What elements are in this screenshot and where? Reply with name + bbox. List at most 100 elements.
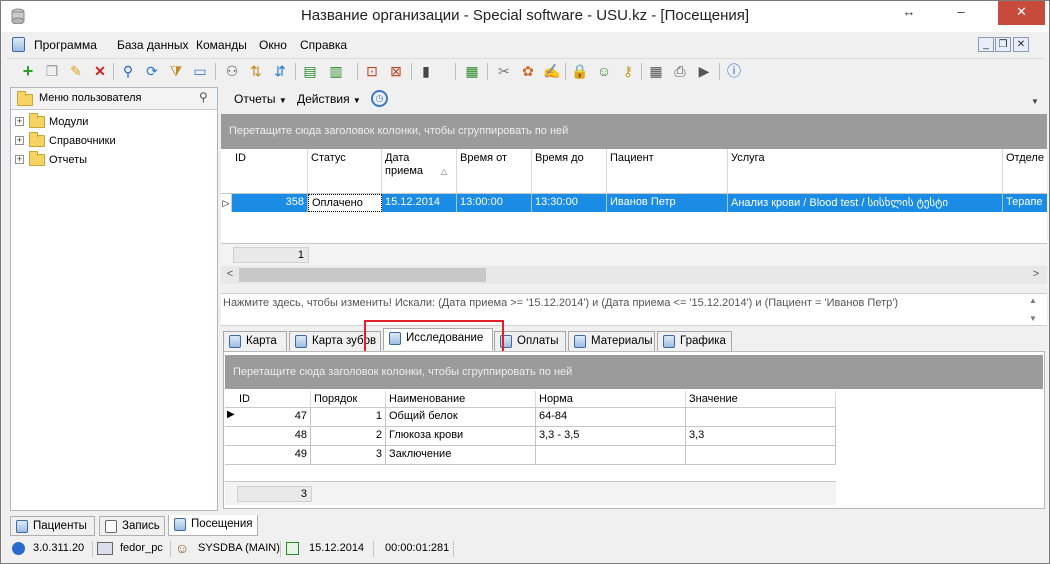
scroll-down-icon[interactable]: ▼ xyxy=(1031,97,1039,106)
tab-materials[interactable]: Материалы xyxy=(568,331,655,351)
pin-icon[interactable]: ⚲ xyxy=(199,90,208,104)
cell-value[interactable]: 3,3 xyxy=(686,427,836,445)
cell-status[interactable]: Оплачено xyxy=(308,194,382,212)
status-bar: 3.0.311.20 fedor_pc ☺ SYSDBA (MAIN) 15.1… xyxy=(7,538,1045,560)
menu-app-icon xyxy=(12,37,25,52)
tree-item-references[interactable]: + Справочники xyxy=(15,132,195,150)
col-time-from[interactable]: Время от xyxy=(457,149,532,193)
computer-icon xyxy=(97,542,113,555)
table-row[interactable]: ▷ 358 Оплачено 15.12.2014 13:00:00 13:30… xyxy=(221,194,1047,212)
menu-database[interactable]: База данных xyxy=(117,38,188,52)
clock-icon[interactable]: ◷ xyxy=(371,90,388,107)
filter-bar[interactable]: Нажмите здесь, чтобы изменить! Искали: (… xyxy=(221,293,1047,326)
col-id[interactable]: ID xyxy=(232,149,308,193)
cell-value[interactable] xyxy=(686,408,836,426)
sort-asc-icon[interactable]: ⇅ xyxy=(247,62,265,80)
filter-icon[interactable]: ⧩ xyxy=(167,62,185,80)
tree-item-reports[interactable]: + Отчеты xyxy=(15,151,195,169)
restore-size-button[interactable]: ↔ xyxy=(896,1,922,25)
tab-payments[interactable]: Оплаты xyxy=(494,331,566,351)
cell-department: Терапе xyxy=(1006,196,1043,208)
col-time-to[interactable]: Время до xyxy=(532,149,607,193)
filter-text[interactable]: Нажмите здесь, чтобы изменить! Искали: (… xyxy=(223,297,898,309)
close-button[interactable]: ✕ xyxy=(998,1,1045,25)
info-icon[interactable]: ⓘ xyxy=(725,62,743,80)
visits-hscrollbar[interactable]: < > xyxy=(221,266,1047,284)
comment-icon[interactable]: ▭ xyxy=(191,62,209,80)
edit-icon[interactable]: ✎ xyxy=(67,62,85,80)
date-text: 15.12.2014 xyxy=(309,542,365,554)
scroll-left-icon[interactable]: < xyxy=(223,268,237,280)
note-icon[interactable]: ✍ xyxy=(543,62,561,80)
export-icon[interactable]: ▤ xyxy=(301,62,319,80)
cell-order: 2 xyxy=(311,427,386,445)
tab-visits[interactable]: Посещения xyxy=(168,515,258,536)
user-menu-panel: Меню пользователя ⚲ + Модули + Справочни… xyxy=(10,87,218,511)
play-icon[interactable]: ▶ xyxy=(695,62,713,80)
calendar-icon[interactable]: ▦ xyxy=(463,62,481,80)
menu-window[interactable]: Окно xyxy=(259,38,287,52)
mdi-close-button[interactable]: ✕ xyxy=(1013,37,1029,52)
expand-icon[interactable]: + xyxy=(15,155,24,164)
col-status[interactable]: Статус xyxy=(308,149,382,193)
cell-value[interactable] xyxy=(686,446,836,464)
actions-dropdown[interactable]: Действия ▼ xyxy=(297,92,361,106)
table-row[interactable]: ▶ 47 1 Общий белок 64-84 xyxy=(225,408,836,427)
binoculars-icon[interactable]: ⚇ xyxy=(223,62,241,80)
tree-item-label: Модули xyxy=(49,116,89,128)
research-count: 3 xyxy=(237,486,312,502)
mdi-restore-button[interactable]: ❐ xyxy=(995,37,1011,52)
add-icon[interactable]: + xyxy=(19,62,37,80)
table-row[interactable]: 48 2 Глюкоза крови 3,3 - 3,5 3,3 xyxy=(225,427,836,446)
menu-program[interactable]: Программа xyxy=(34,38,97,52)
col-name[interactable]: Наименование xyxy=(386,391,536,407)
tab-appointment[interactable]: Запись xyxy=(99,516,165,536)
research-group-panel[interactable]: Перетащите сюда заголовок колонки, чтобы… xyxy=(225,355,1043,389)
col-date[interactable]: Дата приема △ xyxy=(382,149,457,193)
tab-graphics[interactable]: Графика xyxy=(657,331,732,351)
visits-group-panel[interactable]: Перетащите сюда заголовок колонки, чтобы… xyxy=(221,114,1047,149)
key-icon[interactable]: ⚷ xyxy=(619,62,637,80)
reports-dropdown[interactable]: Отчеты ▼ xyxy=(234,92,287,106)
menu-help[interactable]: Справка xyxy=(300,38,347,52)
tab-card[interactable]: Карта xyxy=(223,331,287,351)
scroll-right-icon[interactable]: > xyxy=(1029,268,1043,280)
scroll-thumb[interactable] xyxy=(239,268,486,282)
col-service[interactable]: Услуга xyxy=(728,149,1003,193)
col-order[interactable]: Порядок xyxy=(311,391,386,407)
search-icon[interactable]: ⚲ xyxy=(119,62,137,80)
row-indicator-icon: ▶ xyxy=(227,409,235,420)
table-icon[interactable]: ▦ xyxy=(647,62,665,80)
menu-commands[interactable]: Команды xyxy=(196,38,247,52)
print-icon[interactable]: ⎙ xyxy=(671,62,689,80)
mdi-minimize-button[interactable]: _ xyxy=(978,37,994,52)
copy-icon[interactable]: ❐ xyxy=(43,62,61,80)
users-icon[interactable]: ☺ xyxy=(595,62,613,80)
tree-item-modules[interactable]: + Модули xyxy=(15,113,195,131)
delete-icon[interactable]: ✕ xyxy=(91,62,109,80)
sort-desc-icon[interactable]: ⇵ xyxy=(271,62,289,80)
lock-icon[interactable]: 🔒 xyxy=(571,62,589,80)
col-patient[interactable]: Пациент xyxy=(607,149,728,193)
expand-icon[interactable]: + xyxy=(15,117,24,126)
cell-order: 1 xyxy=(311,408,386,426)
minimize-button[interactable]: – xyxy=(946,1,976,25)
tools-icon[interactable]: ✂ xyxy=(495,62,513,80)
refresh-icon[interactable]: ⟳ xyxy=(143,62,161,80)
expand-icon[interactable]: + xyxy=(15,136,24,145)
cell-name: Общий белок xyxy=(386,408,536,426)
col-department[interactable]: Отделе xyxy=(1003,149,1047,193)
col-id[interactable]: ID xyxy=(236,391,311,407)
layout-icon[interactable]: ▮ xyxy=(417,62,435,80)
col-norm[interactable]: Норма xyxy=(536,391,686,407)
col-value[interactable]: Значение xyxy=(686,391,836,407)
filter-scroll-up-icon[interactable]: ▲ xyxy=(1029,296,1037,305)
filter-scroll-down-icon[interactable]: ▼ xyxy=(1029,314,1037,323)
import-icon[interactable]: ▥ xyxy=(327,62,345,80)
close-window-icon[interactable]: ⊠ xyxy=(387,62,405,80)
tab-patients[interactable]: Пациенты xyxy=(10,516,95,536)
palette-icon[interactable]: ✿ xyxy=(519,62,537,80)
new-window-icon[interactable]: ⊡ xyxy=(363,62,381,80)
folder-icon xyxy=(29,113,45,128)
table-row[interactable]: 49 3 Заключение xyxy=(225,446,836,465)
